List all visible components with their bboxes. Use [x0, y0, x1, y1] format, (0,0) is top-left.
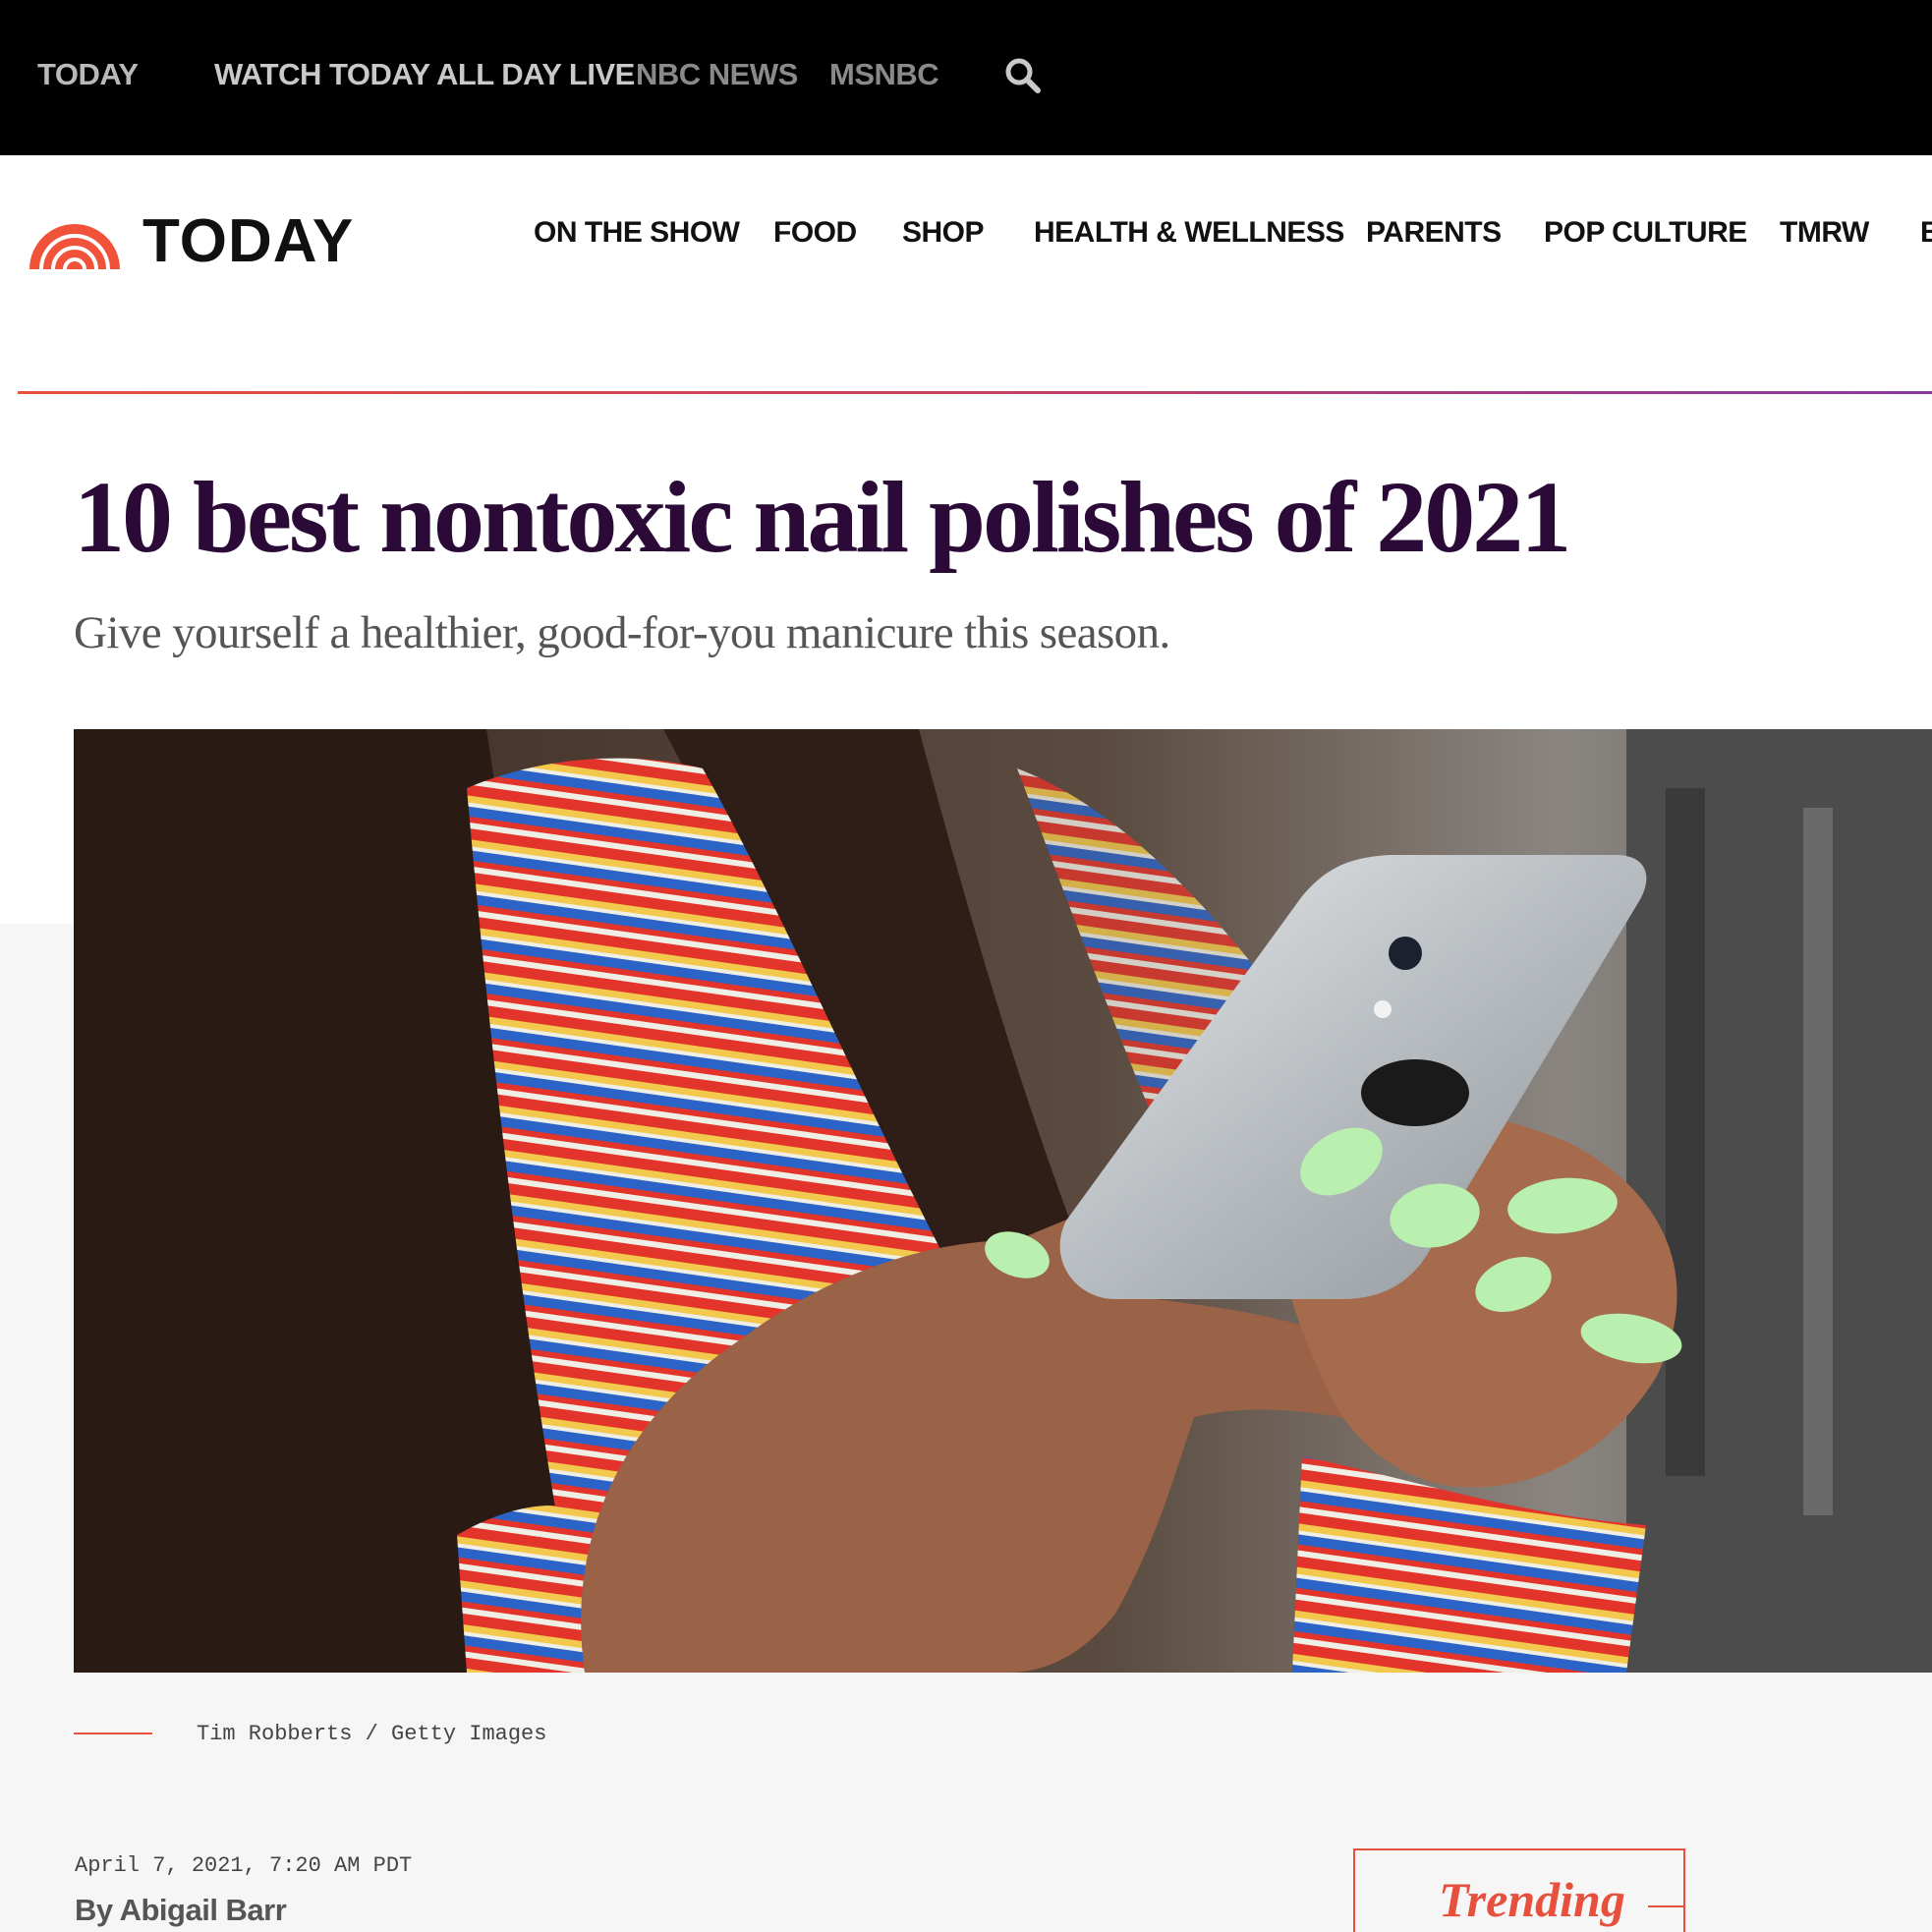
caption-rule	[74, 1733, 152, 1734]
network-link-msnbc[interactable]: MSNBC	[829, 57, 939, 92]
network-link-today[interactable]: TODAY	[37, 57, 139, 92]
header-divider	[18, 391, 1932, 394]
article-dek: Give yourself a healthier, good-for-you …	[74, 607, 1170, 658]
sunrise-logo-icon	[28, 218, 122, 270]
main-navigation: TODAY ON THE SHOW FOOD SHOP HEALTH & WEL…	[0, 155, 1932, 391]
nav-item-food[interactable]: FOOD	[773, 216, 857, 250]
search-icon[interactable]	[1002, 55, 1046, 98]
nav-item-truncated[interactable]: B	[1920, 216, 1932, 250]
hero-image	[74, 729, 1932, 1673]
article-headline: 10 best nontoxic nail polishes of 2021	[74, 461, 1571, 574]
network-bar: TODAY WATCH TODAY ALL DAY LIVE NBC NEWS …	[0, 0, 1932, 155]
nav-item-shop[interactable]: SHOP	[902, 216, 985, 250]
nav-item-parents[interactable]: PARENTS	[1366, 216, 1502, 250]
image-credit: Tim Robberts / Getty Images	[197, 1722, 547, 1746]
nav-item-on-the-show[interactable]: ON THE SHOW	[534, 216, 740, 250]
trending-heading: Trending	[1433, 1871, 1631, 1928]
publish-date: April 7, 2021, 7:20 AM PDT	[75, 1853, 413, 1878]
logo-wordmark: TODAY	[142, 207, 355, 275]
nav-item-health-wellness[interactable]: HEALTH & WELLNESS	[1034, 216, 1344, 250]
network-link-nbc-news[interactable]: NBC NEWS	[636, 57, 798, 92]
author-byline[interactable]: By Abigail Barr	[75, 1893, 287, 1928]
network-link-watch-live[interactable]: WATCH TODAY ALL DAY LIVE	[214, 57, 635, 92]
nav-item-tmrw[interactable]: TMRW	[1780, 216, 1869, 250]
today-logo[interactable]: TODAY	[28, 206, 391, 285]
nav-item-pop-culture[interactable]: POP CULTURE	[1544, 216, 1747, 250]
